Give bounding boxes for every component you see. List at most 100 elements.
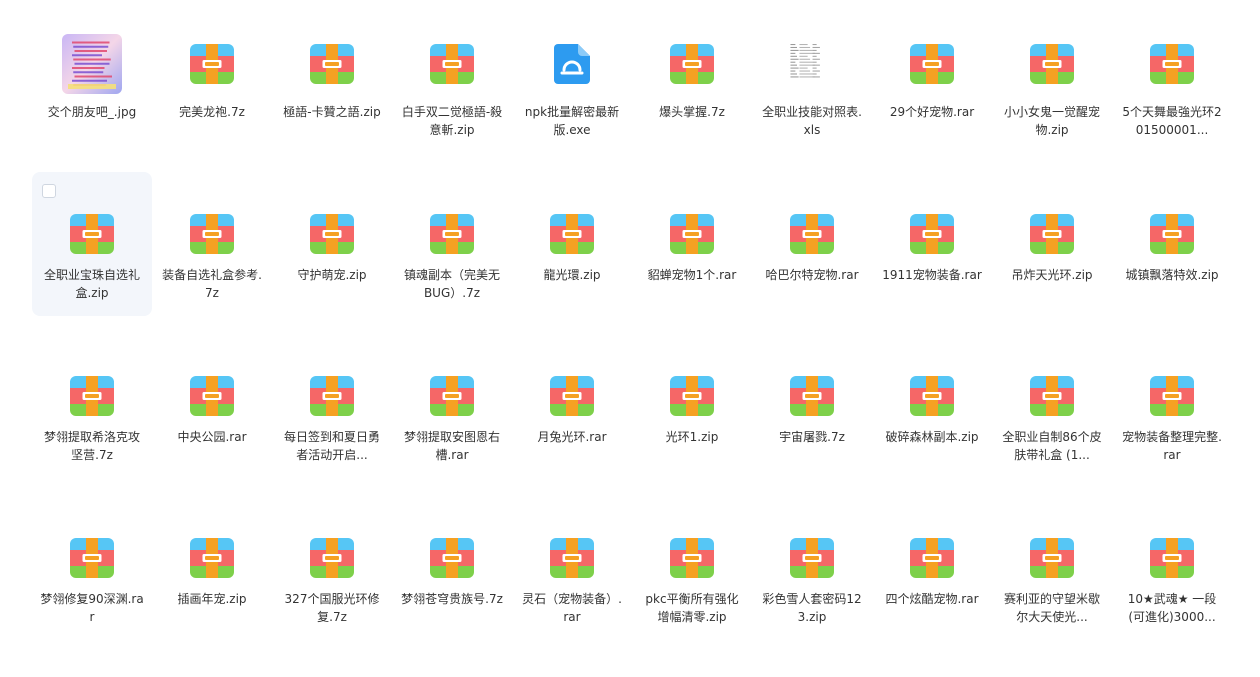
archive-icon — [188, 40, 236, 88]
archive-icon — [68, 210, 116, 258]
file-item[interactable]: 梦翎苍穹贵族号.7z — [392, 496, 512, 640]
file-name: 插画年宠.zip — [177, 592, 247, 606]
file-item[interactable]: 装备自选礼盒参考.7z — [152, 172, 272, 316]
file-name: 白手双二觉極語-殺意斬.zip — [401, 105, 503, 137]
file-name: 装备自选礼盒参考.7z — [162, 268, 262, 300]
file-item[interactable]: pkc平衡所有强化增幅清零.zip — [632, 496, 752, 640]
file-name: 赛利亚的守望米歇尔大天使光... — [1003, 592, 1100, 624]
select-checkbox[interactable] — [42, 184, 56, 198]
exe-icon — [548, 40, 596, 88]
file-name: 29个好宠物.rar — [889, 105, 975, 119]
file-item[interactable]: 小小女鬼一觉醒宠物.zip — [992, 10, 1112, 154]
file-item[interactable]: npk批量解密最新版.exe — [512, 10, 632, 154]
file-name: 10★武魂★ 一段(可進化)3000... — [1127, 592, 1217, 624]
file-item[interactable]: 灵石（宠物装备）.rar — [512, 496, 632, 640]
archive-icon — [788, 534, 836, 582]
file-item[interactable]: 貂蝉宠物1个.rar — [632, 172, 752, 316]
archive-icon — [428, 534, 476, 582]
file-item[interactable]: 城镇飘落特效.zip — [1112, 172, 1232, 316]
file-item[interactable]: 哈巴尔特宠物.rar — [752, 172, 872, 316]
file-item[interactable]: 梦翎提取希洛克攻坚营.7z — [32, 334, 152, 478]
archive-icon — [908, 534, 956, 582]
file-name: 月兔光环.rar — [537, 430, 607, 444]
file-item[interactable]: 中央公园.rar — [152, 334, 272, 478]
archive-icon — [668, 372, 716, 420]
file-name: 交个朋友吧_.jpg — [47, 105, 137, 119]
file-item[interactable]: 宠物装备整理完整.rar — [1112, 334, 1232, 478]
file-item[interactable]: 爆头掌握.7z — [632, 10, 752, 154]
file-item[interactable]: 全职业技能对照表.xls — [752, 10, 872, 154]
file-name: 5个天舞最強光环201500001... — [1122, 105, 1222, 137]
file-name: 彩色雪人套密码123.zip — [762, 592, 862, 624]
archive-icon — [1148, 372, 1196, 420]
file-name: 破碎森林副本.zip — [885, 430, 979, 444]
file-item[interactable]: 29个好宠物.rar — [872, 10, 992, 154]
file-item[interactable]: 1911宠物装备.rar — [872, 172, 992, 316]
file-name: 小小女鬼一觉醒宠物.zip — [1003, 105, 1100, 137]
file-item[interactable]: 插画年宠.zip — [152, 496, 272, 640]
file-name: 中央公园.rar — [177, 430, 247, 444]
file-item[interactable]: 5个天舞最強光环201500001... — [1112, 10, 1232, 154]
archive-icon — [308, 534, 356, 582]
file-item[interactable]: 白手双二觉極語-殺意斬.zip — [392, 10, 512, 154]
file-item[interactable]: 全职业自制86个皮肤带礼盒 (1... — [992, 334, 1112, 478]
file-name: 全职业自制86个皮肤带礼盒 (1... — [1002, 430, 1102, 462]
archive-icon — [668, 210, 716, 258]
file-item[interactable]: 彩色雪人套密码123.zip — [752, 496, 872, 640]
file-name: 極語-卡贊之語.zip — [283, 105, 381, 119]
file-name: 光环1.zip — [665, 430, 719, 444]
file-item[interactable]: 镇魂副本（完美无BUG）.7z — [392, 172, 512, 316]
archive-icon — [788, 210, 836, 258]
archive-icon — [788, 372, 836, 420]
file-item[interactable]: 10★武魂★ 一段(可進化)3000... — [1112, 496, 1232, 640]
archive-icon — [428, 210, 476, 258]
archive-icon — [68, 372, 116, 420]
file-item[interactable]: 每日签到和夏日勇者活动开启... — [272, 334, 392, 478]
file-name: 爆头掌握.7z — [659, 105, 725, 119]
file-item[interactable]: 赛利亚的守望米歇尔大天使光... — [992, 496, 1112, 640]
file-item[interactable]: 光环1.zip — [632, 334, 752, 478]
file-name: npk批量解密最新版.exe — [524, 105, 620, 137]
file-name: 梦翎提取安图恩右槽.rar — [403, 430, 500, 462]
file-item[interactable]: 四个炫酷宠物.rar — [872, 496, 992, 640]
file-item[interactable]: 破碎森林副本.zip — [872, 334, 992, 478]
archive-icon — [428, 40, 476, 88]
file-name: 城镇飘落特效.zip — [1125, 268, 1219, 282]
archive-icon — [1028, 372, 1076, 420]
file-name: 哈巴尔特宠物.rar — [765, 268, 859, 282]
file-name: 龍光環.zip — [543, 268, 601, 282]
file-name: 灵石（宠物装备）.rar — [522, 592, 622, 624]
archive-icon — [548, 210, 596, 258]
file-item[interactable]: 梦翎提取安图恩右槽.rar — [392, 334, 512, 478]
file-item[interactable]: 宇宙屠戮.7z — [752, 334, 872, 478]
archive-icon — [908, 40, 956, 88]
file-item[interactable]: 全职业宝珠自选礼盒.zip — [32, 172, 152, 316]
file-grid: 交个朋友吧_.jpg 完美龙袍.7z 極語-卡贊之語.zip 白手双二觉極語-殺… — [27, 0, 1247, 677]
archive-icon — [1148, 534, 1196, 582]
file-name: 守护萌宠.zip — [297, 268, 367, 282]
file-item[interactable]: 極語-卡贊之語.zip — [272, 10, 392, 154]
file-name: 327个国服光环修复.7z — [284, 592, 380, 624]
file-name: 梦翎苍穹贵族号.7z — [401, 592, 503, 606]
file-name: 梦翎提取希洛克攻坚营.7z — [43, 430, 140, 462]
file-item[interactable]: 月兔光环.rar — [512, 334, 632, 478]
file-item[interactable]: 吊炸天光环.zip — [992, 172, 1112, 316]
spreadsheet-thumbnail-icon — [788, 40, 836, 88]
archive-icon — [1028, 534, 1076, 582]
file-item[interactable]: 龍光環.zip — [512, 172, 632, 316]
file-name: 宠物装备整理完整.rar — [1122, 430, 1222, 462]
file-item[interactable]: 梦翎修复90深渊.rar — [32, 496, 152, 640]
file-item[interactable]: 守护萌宠.zip — [272, 172, 392, 316]
archive-icon — [1028, 40, 1076, 88]
archive-icon — [428, 372, 476, 420]
archive-icon — [188, 372, 236, 420]
file-name: 每日签到和夏日勇者活动开启... — [283, 430, 380, 462]
file-name: pkc平衡所有强化增幅清零.zip — [645, 592, 739, 624]
file-name: 宇宙屠戮.7z — [779, 430, 845, 444]
file-item[interactable]: 交个朋友吧_.jpg — [32, 10, 152, 154]
archive-icon — [668, 40, 716, 88]
file-name: 全职业技能对照表.xls — [762, 105, 862, 137]
file-item[interactable]: 完美龙袍.7z — [152, 10, 272, 154]
archive-icon — [668, 534, 716, 582]
file-item[interactable]: 327个国服光环修复.7z — [272, 496, 392, 640]
